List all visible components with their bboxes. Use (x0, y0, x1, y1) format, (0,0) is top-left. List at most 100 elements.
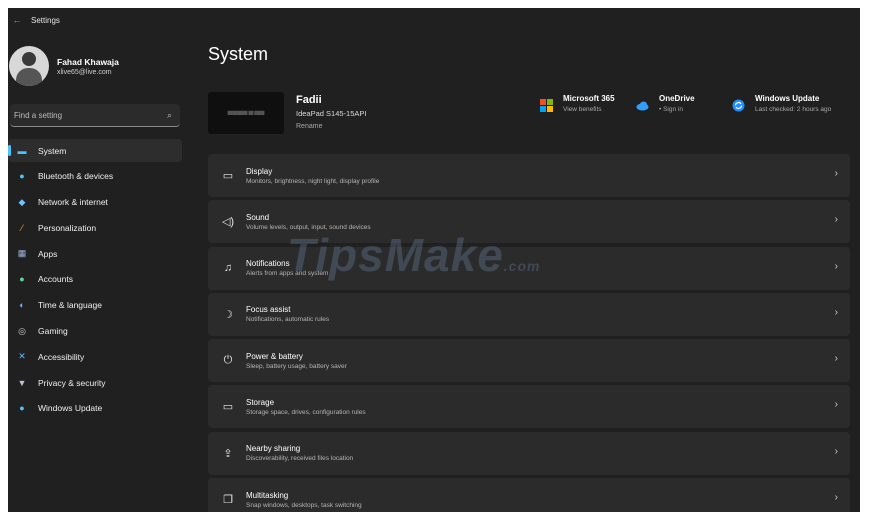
device-model: IdeaPad S145-15API (296, 109, 367, 118)
card-title: Nearby sharing (246, 444, 301, 454)
card-subtitle: Storage space, drives, configuration rul… (246, 408, 366, 416)
card-subtitle: Monitors, brightness, night light, displ… (246, 177, 380, 185)
sidebar-item-label: Apps (38, 248, 58, 259)
card-title: Display (246, 166, 273, 176)
window-title: Settings (31, 15, 60, 25)
sidebar-item-privacy[interactable]: ▼ Privacy & security (8, 371, 182, 394)
globe-icon: ◐ (19, 300, 25, 311)
storage-icon: ▭ (222, 401, 234, 414)
sidebar-item-accounts[interactable]: ● Accounts (8, 268, 182, 291)
monitor-icon: ▬ (17, 145, 27, 156)
sidebar-item-label: Gaming (38, 326, 68, 337)
chevron-right-icon: › (834, 214, 838, 226)
card-subtitle: Notifications, automatic rules (246, 316, 330, 324)
settings-cards: ▭ Display Monitors, brightness, night li… (208, 154, 850, 512)
main-content: System ████████ ██ ████ Fadii IdeaPad S1… (208, 32, 860, 512)
moon-icon: ☽ (223, 308, 233, 321)
bell-icon: ♫ (223, 262, 233, 275)
device-image: ████████ ██ ████ (208, 92, 284, 134)
chevron-right-icon: › (834, 306, 838, 318)
device-info: ████████ ██ ████ Fadii IdeaPad S145-15AP… (208, 92, 366, 134)
quick-microsoft-365[interactable]: Microsoft 365 View benefits (540, 94, 615, 113)
card-storage[interactable]: ▭ Storage Storage space, drives, configu… (208, 385, 850, 429)
accessibility-icon: ✕ (18, 351, 26, 362)
rename-link[interactable]: Rename (296, 123, 366, 130)
card-title: Storage (246, 397, 275, 407)
wifi-icon: ◆ (18, 196, 26, 207)
chevron-right-icon: › (834, 399, 838, 411)
sidebar-item-time-language[interactable]: ◐ Time & language (8, 294, 182, 317)
card-subtitle: Discoverability, received files location (246, 455, 354, 463)
quick-subtitle: View benefits (563, 106, 602, 113)
search-icon[interactable]: ⌕ (167, 110, 172, 121)
quick-windows-update[interactable]: Windows Update Last checked: 2 hours ago (732, 94, 831, 113)
quick-subtitle: • Sign in (659, 106, 683, 113)
shield-icon: ▼ (17, 377, 27, 388)
sidebar-item-gaming[interactable]: ◎ Gaming (8, 320, 182, 343)
chevron-right-icon: › (834, 353, 838, 365)
sidebar-item-windows-update[interactable]: ● Windows Update (8, 397, 182, 420)
back-arrow-icon[interactable]: ← (8, 15, 26, 25)
share-icon: ⇪ (223, 447, 233, 460)
chevron-right-icon: › (834, 168, 838, 179)
chevron-right-icon: › (834, 260, 838, 272)
search-input[interactable] (10, 109, 146, 121)
sidebar-item-bluetooth[interactable]: ● Bluetooth & devices (8, 165, 182, 188)
update-icon: ● (19, 403, 25, 414)
card-title: Notifications (246, 259, 290, 269)
profile-name: Fahad Khawaja (57, 56, 119, 67)
sidebar-item-label: Bluetooth & devices (38, 171, 114, 182)
sidebar-item-label: Windows Update (38, 403, 103, 414)
power-icon: ⏻ (223, 354, 233, 367)
speaker-icon: ◁) (221, 216, 235, 229)
onedrive-icon (636, 99, 649, 112)
card-sound[interactable]: ◁) Sound Volume levels, output, input, s… (208, 200, 850, 244)
sidebar-item-apps[interactable]: ▦ Apps (8, 242, 182, 265)
card-title: Multitasking (246, 490, 289, 500)
sidebar-item-system[interactable]: ▬ System (8, 139, 182, 162)
sidebar-item-label: Privacy & security (38, 377, 106, 388)
card-multitasking[interactable]: ❐ Multitasking Snap windows, desktops, t… (208, 478, 850, 512)
card-display[interactable]: ▭ Display Monitors, brightness, night li… (208, 154, 850, 197)
card-nearby-sharing[interactable]: ⇪ Nearby sharing Discoverability, receiv… (208, 431, 850, 475)
card-subtitle: Volume levels, output, input, sound devi… (246, 223, 371, 231)
sidebar-item-accessibility[interactable]: ✕ Accessibility (8, 345, 182, 368)
card-title: Focus assist (246, 305, 291, 315)
sidebar-item-network[interactable]: ◆ Network & internet (8, 191, 182, 214)
quick-title: Microsoft 365 (563, 94, 615, 103)
page-title: System (208, 44, 269, 64)
brush-icon: ⁄ (21, 222, 23, 233)
sidebar: Fahad Khawaja xlive65@live.com ⌕ ▬ Syste… (8, 32, 188, 512)
windows-update-icon (732, 99, 745, 112)
sidebar-nav: ▬ System ● Bluetooth & devices ◆ Network… (8, 139, 182, 423)
sidebar-item-personalization[interactable]: ⁄ Personalization (8, 216, 182, 239)
card-title: Sound (246, 212, 270, 222)
profile-email: xlive65@live.com (57, 68, 112, 76)
card-subtitle: Sleep, battery usage, battery saver (246, 362, 347, 370)
search-box[interactable]: ⌕ (10, 104, 180, 127)
quick-title: Windows Update (755, 94, 820, 103)
multitasking-icon: ❐ (223, 494, 233, 507)
user-profile[interactable]: Fahad Khawaja xlive65@live.com (8, 46, 119, 86)
card-focus-assist[interactable]: ☽ Focus assist Notifications, automatic … (208, 292, 850, 336)
card-subtitle: Alerts from apps and system (246, 270, 329, 278)
card-subtitle: Snap windows, desktops, task switching (246, 501, 362, 509)
card-title: Power & battery (246, 351, 303, 361)
settings-window: ← Settings Fahad Khawaja xlive65@live.co… (8, 8, 860, 512)
apps-icon: ▦ (17, 248, 27, 259)
sidebar-item-label: Network & internet (38, 197, 108, 208)
device-name: Fadii (296, 94, 322, 106)
quick-subtitle: Last checked: 2 hours ago (755, 106, 832, 113)
avatar[interactable] (9, 46, 49, 86)
card-power-battery[interactable]: ⏻ Power & battery Sleep, battery usage, … (208, 339, 850, 383)
bluetooth-icon: ● (19, 171, 25, 182)
sidebar-item-label: System (38, 145, 67, 156)
card-notifications[interactable]: ♫ Notifications Alerts from apps and sys… (208, 246, 850, 290)
title-bar: ← Settings (8, 8, 860, 32)
microsoft-365-icon (540, 99, 553, 112)
display-icon: ▭ (222, 170, 234, 182)
quick-onedrive[interactable]: OneDrive • Sign in (636, 94, 695, 113)
chevron-right-icon: › (834, 492, 838, 504)
quick-title: OneDrive (659, 94, 695, 103)
chevron-right-icon: › (834, 445, 838, 457)
